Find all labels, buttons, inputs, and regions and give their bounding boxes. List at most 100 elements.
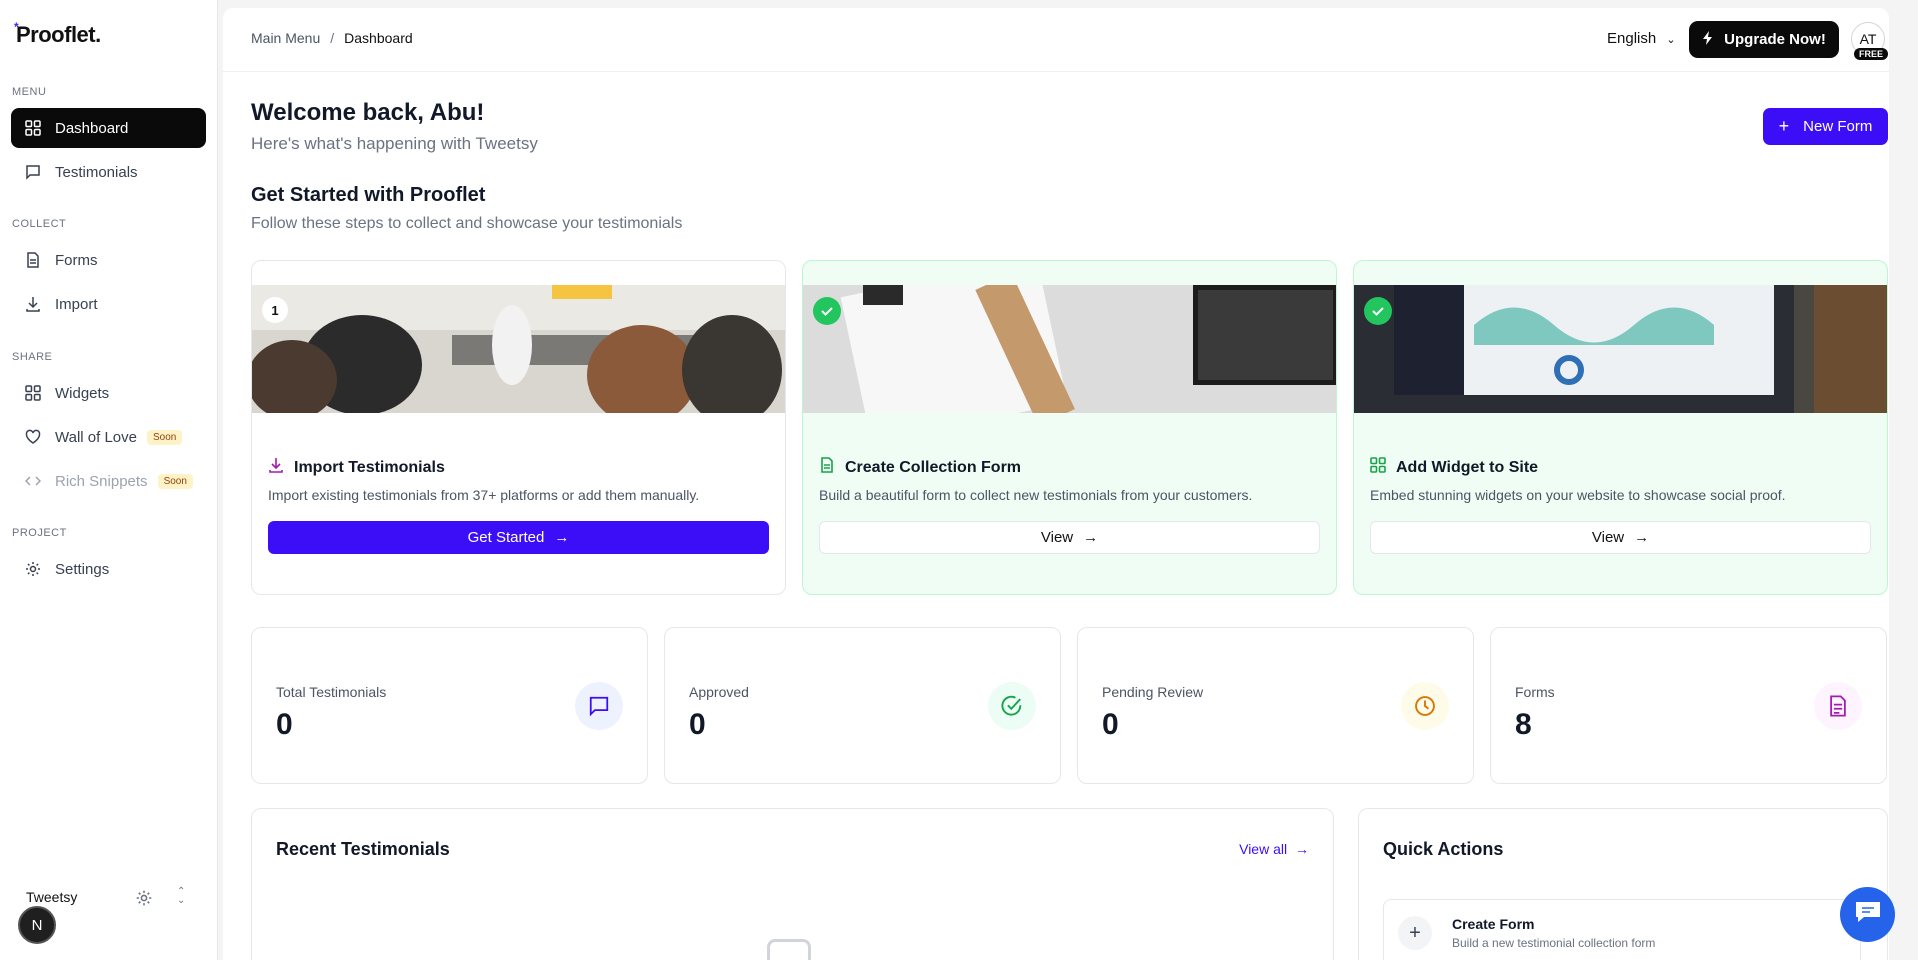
sidebar-item-label: Wall of Love — [55, 428, 137, 446]
logo-star-icon: * — [14, 20, 19, 34]
sidebar-item-widgets[interactable]: Widgets — [11, 373, 206, 413]
section-label-collect: COLLECT — [12, 218, 67, 230]
upgrade-button[interactable]: Upgrade Now! — [1689, 21, 1839, 58]
stat-value: 0 — [1102, 708, 1119, 741]
quick-actions-title: Quick Actions — [1383, 839, 1504, 859]
stat-card-forms: Forms 8 — [1490, 627, 1887, 784]
download-icon — [24, 295, 42, 313]
n-badge[interactable]: N — [18, 906, 56, 944]
check-icon — [813, 297, 841, 325]
heart-icon — [24, 428, 42, 446]
sidebar-item-label: Testimonials — [55, 163, 138, 181]
stat-card-total: Total Testimonials 0 — [251, 627, 648, 784]
recent-testimonials-panel: Recent Testimonials View all → — [251, 808, 1334, 960]
sidebar-item-label: Settings — [55, 560, 110, 578]
arrow-right-icon: → — [554, 529, 570, 546]
sidebar-item-rich-snippets[interactable]: Rich Snippets Soon — [11, 461, 206, 501]
workspace-name[interactable]: Tweetsy — [26, 889, 77, 905]
download-icon — [268, 457, 284, 478]
breadcrumb-root[interactable]: Main Menu — [251, 30, 320, 46]
step-title: Create Collection Form — [819, 457, 1021, 478]
sidebar-item-dashboard[interactable]: Dashboard — [11, 108, 206, 148]
file-text-icon — [1814, 682, 1862, 730]
arrow-right-icon: → — [1083, 529, 1099, 546]
get-started-subtitle: Follow these steps to collect and showca… — [251, 215, 683, 232]
main-content: Main Menu / Dashboard English ⌄ Upgrade No… — [223, 8, 1889, 960]
quick-action-create-form[interactable]: + Create Form Build a new testimonial co… — [1383, 899, 1861, 960]
language-select[interactable]: English ⌄ — [1607, 30, 1676, 47]
step-description: Embed stunning widgets on your website t… — [1370, 487, 1786, 503]
step-title: Add Widget to Site — [1370, 457, 1538, 478]
welcome-heading: Welcome back, Abu! — [251, 99, 485, 126]
chat-icon — [1854, 900, 1882, 929]
new-form-label: New Form — [1803, 118, 1873, 135]
breadcrumb: Main Menu / Dashboard — [251, 30, 413, 46]
step-number-badge: 1 — [262, 297, 288, 323]
quick-action-title: Create Form — [1452, 916, 1535, 932]
sidebar-item-label: Rich Snippets — [55, 472, 148, 490]
step-card-widget: Add Widget to Site Embed stunning widget… — [1353, 260, 1888, 595]
check-circle-icon — [988, 682, 1036, 730]
stat-value: 0 — [276, 708, 293, 741]
arrow-right-icon: → — [1295, 841, 1309, 857]
upgrade-label: Upgrade Now! — [1724, 31, 1826, 48]
welcome-subtitle: Here's what's happening with Tweetsy — [251, 134, 538, 153]
sidebar-item-label: Widgets — [55, 384, 110, 402]
plus-icon: + — [1398, 916, 1432, 950]
file-icon — [24, 251, 42, 269]
stat-label: Total Testimonials — [276, 684, 387, 700]
clipboard-photo — [803, 285, 1336, 413]
workspace-switcher-icon[interactable]: ⌃ ⌄ — [177, 887, 185, 906]
sidebar-item-settings[interactable]: Settings — [11, 549, 206, 589]
grid-icon — [1370, 457, 1386, 478]
view-label: View — [1591, 529, 1625, 546]
empty-state-icon — [767, 939, 811, 960]
quick-actions-panel: Quick Actions + Create Form Build a new … — [1358, 808, 1888, 960]
file-icon — [819, 457, 835, 478]
soon-badge: Soon — [157, 473, 193, 489]
plan-badge: FREE — [1854, 48, 1889, 60]
code-icon — [24, 472, 42, 490]
stat-card-approved: Approved 0 — [664, 627, 1061, 784]
app-logo[interactable]: * Prooflet. — [14, 20, 101, 48]
stat-label: Forms — [1515, 684, 1555, 700]
sidebar-item-forms[interactable]: Forms — [11, 240, 206, 280]
stat-card-pending: Pending Review 0 — [1077, 627, 1474, 784]
laptop-photo — [1354, 285, 1887, 413]
step-title-text: Create Collection Form — [845, 458, 1022, 476]
view-label: View — [1040, 529, 1074, 546]
sidebar-item-label: Dashboard — [55, 119, 129, 137]
section-label-project: PROJECT — [12, 527, 67, 539]
topbar: Main Menu / Dashboard English ⌄ Upgrade No… — [223, 8, 1889, 72]
grid-icon — [24, 384, 42, 402]
new-form-button[interactable]: + New Form — [1763, 108, 1888, 145]
stat-value: 8 — [1515, 708, 1532, 741]
soon-badge: Soon — [146, 429, 183, 445]
sidebar-item-label: Import — [55, 295, 98, 313]
get-started-button[interactable]: Get Started → — [268, 521, 769, 554]
breadcrumb-separator: / — [330, 30, 335, 46]
view-form-button[interactable]: View → — [819, 521, 1320, 554]
check-icon — [1364, 297, 1392, 325]
sidebar-item-testimonials[interactable]: Testimonials — [11, 152, 206, 192]
view-widget-button[interactable]: View → — [1370, 521, 1871, 554]
sidebar-item-wall-of-love[interactable]: Wall of Love Soon — [11, 417, 206, 457]
step-description: Import existing testimonials from 37+ pl… — [268, 487, 700, 503]
sidebar-item-import[interactable]: Import — [11, 284, 206, 324]
message-square-icon — [24, 163, 42, 181]
grid-icon — [24, 119, 42, 137]
language-label: English — [1607, 30, 1657, 47]
chat-widget-button[interactable] — [1840, 887, 1895, 942]
gear-icon — [24, 560, 42, 578]
step-card-import: 1 Import Testimonials Import existing te… — [251, 260, 786, 595]
step-card-collection-form: Create Collection Form Build a beautiful… — [802, 260, 1337, 595]
chevron-down-icon: ⌄ — [1666, 34, 1676, 46]
get-started-label: Get Started — [467, 529, 545, 546]
step-title-text: Import Testimonials — [294, 458, 445, 476]
section-label-menu: MENU — [12, 86, 47, 98]
view-all-link[interactable]: View all → — [1239, 841, 1309, 857]
view-all-label: View all — [1239, 841, 1288, 857]
step-title-text: Add Widget to Site — [1396, 458, 1539, 476]
meeting-photo — [252, 285, 785, 413]
workspace-settings-icon[interactable] — [135, 889, 155, 909]
